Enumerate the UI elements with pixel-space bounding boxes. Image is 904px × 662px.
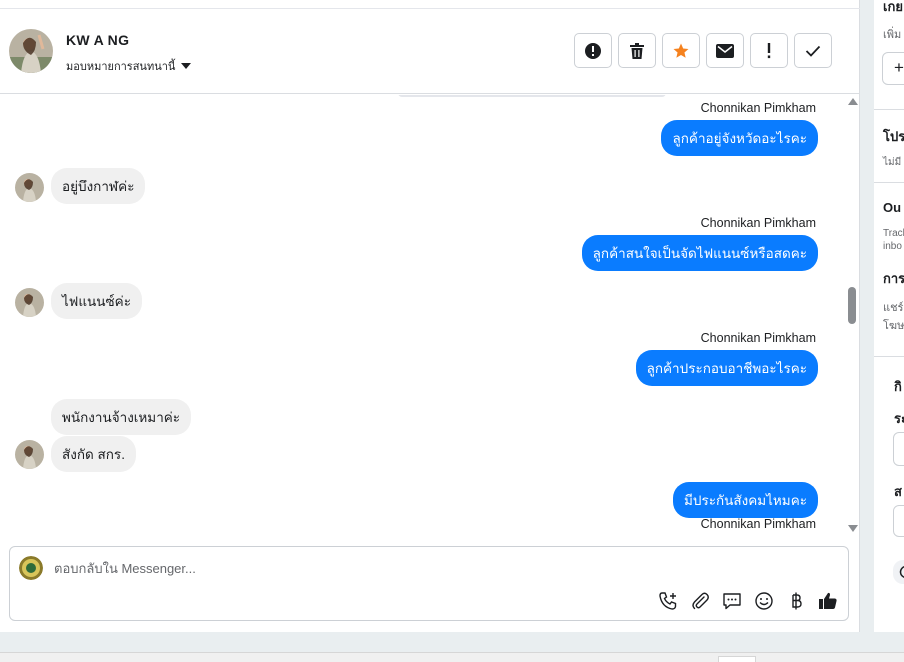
scroll-thumb[interactable] (848, 287, 856, 324)
thumbs-up-icon (819, 592, 837, 609)
taskbar (0, 652, 904, 662)
phone-plus-icon (659, 592, 677, 610)
taskbar-tab[interactable] (718, 656, 756, 662)
mark-unread-button[interactable] (706, 33, 744, 68)
page-avatar (19, 556, 43, 580)
pill-button[interactable] (893, 560, 904, 584)
message-list: Chonnikan Pimkham ลูกค้าอยู่จังหวัดอะไรค… (0, 95, 845, 536)
assign-label: มอบหมายการสนทนานี้ (66, 61, 176, 73)
reply-input[interactable] (54, 561, 654, 576)
message-sender: Chonnikan Pimkham (700, 517, 816, 531)
incoming-message[interactable]: ไฟแนนซ์ค่ะ (51, 283, 142, 319)
plus-icon: + (894, 58, 904, 77)
contact-name[interactable]: KW A NG (66, 32, 129, 48)
reply-composer (9, 546, 849, 621)
panel-subtext: inbo (883, 241, 902, 252)
panel-heading: Ou (883, 200, 902, 215)
saved-replies-button[interactable] (722, 591, 742, 611)
panel-heading: กิ (894, 379, 902, 394)
attach-button[interactable] (690, 591, 710, 611)
call-button[interactable] (658, 591, 678, 611)
message-scrollbar[interactable] (845, 95, 860, 536)
contact-avatar-small (15, 440, 44, 469)
incoming-message[interactable]: สังกัด สกร. (51, 436, 136, 472)
incoming-message[interactable]: พนักงานจ้างเหมาค่ะ (51, 399, 192, 435)
outgoing-message[interactable]: ลูกค้าสนใจเป็นจัดไฟแนนซ์หรือสดคะ (581, 235, 818, 271)
panel-subtext: โฆษ (883, 320, 904, 332)
star-icon (673, 43, 689, 58)
mail-icon (716, 43, 734, 58)
add-button[interactable]: + (882, 52, 904, 85)
outgoing-message[interactable]: มีประกันสังคมไหมคะ (672, 482, 818, 518)
mark-done-button[interactable] (794, 33, 832, 68)
message-sender: Chonnikan Pimkham (700, 331, 816, 345)
delete-button[interactable] (618, 33, 656, 68)
outgoing-message[interactable]: ลูกค้าอยู่จังหวัดอะไรคะ (661, 120, 818, 156)
check-icon (805, 45, 821, 57)
panel-subtext: ไม่มี (883, 157, 902, 168)
field-input[interactable] (893, 505, 904, 537)
paperclip-icon (692, 592, 709, 610)
smile-icon (755, 592, 773, 610)
spam-button[interactable] (574, 33, 612, 68)
clock-icon (899, 566, 904, 578)
outgoing-message[interactable]: ลูกค้าประกอบอาชีพอะไรคะ (635, 350, 818, 386)
contact-avatar[interactable] (9, 29, 53, 73)
star-button[interactable] (662, 33, 700, 68)
chat-header: KW A NG มอบหมายการสนทนานี้ (0, 9, 860, 94)
scroll-up-arrow-icon[interactable] (848, 98, 858, 105)
like-button[interactable] (818, 591, 838, 611)
panel-heading: โปร (883, 129, 904, 144)
message-sender: Chonnikan Pimkham (700, 101, 816, 115)
emoji-button[interactable] (754, 591, 774, 611)
chat-pane: KW A NG มอบหมายการสนทนานี้ Chonnikan Pim… (0, 0, 860, 632)
panel-heading: เกย (883, 0, 903, 14)
trash-icon (630, 42, 644, 59)
scroll-down-arrow-icon[interactable] (848, 525, 858, 532)
contact-details-panel: เกย เพิ่ม + โปร ไม่มี Ou Track inbo การ … (874, 0, 904, 632)
conversation-actions (574, 33, 832, 68)
panel-subtext: เพิ่ม (883, 29, 902, 41)
contact-avatar-small (15, 288, 44, 317)
baht-icon (792, 592, 802, 610)
panel-heading: การ (883, 271, 904, 286)
divider (874, 109, 904, 110)
contact-avatar-small (15, 173, 44, 202)
panel-subtext: Track (883, 228, 904, 239)
field-input[interactable] (893, 432, 904, 466)
caret-down-icon (181, 63, 192, 69)
assign-conversation-dropdown[interactable]: มอบหมายการสนทนานี้ (66, 57, 192, 75)
payment-button[interactable] (786, 591, 806, 611)
field-label: ระ (894, 411, 904, 426)
exclamation-icon (767, 42, 771, 58)
follow-up-button[interactable] (750, 33, 788, 68)
field-label: ส (894, 484, 902, 499)
incoming-message[interactable]: อยู่บึงกาฬค่ะ (51, 168, 146, 204)
message-sender: Chonnikan Pimkham (700, 216, 816, 230)
alert-circle-icon (585, 42, 601, 59)
composer-toolbar (658, 591, 838, 611)
scroll-shadow (398, 95, 666, 97)
divider (874, 356, 904, 357)
panel-subtext: แชร์ (883, 302, 904, 314)
divider (874, 182, 904, 183)
chat-bubble-icon (723, 593, 741, 610)
